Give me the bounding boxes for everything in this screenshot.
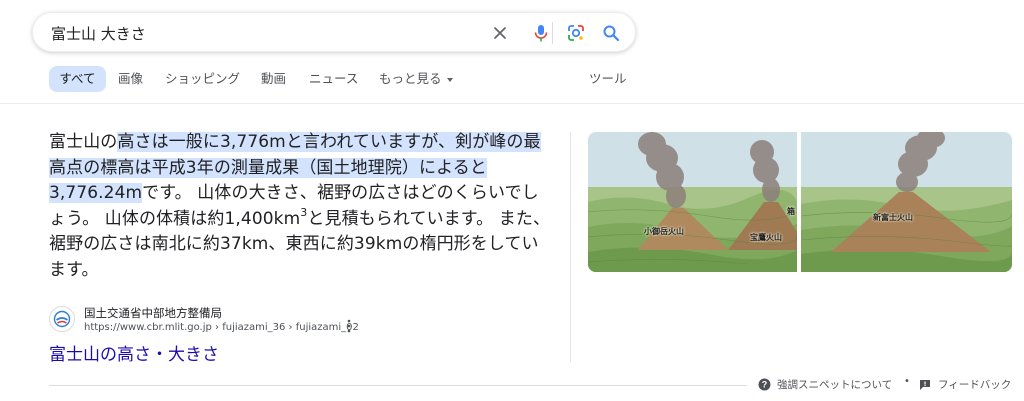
- tab-more[interactable]: もっと見る: [379, 66, 453, 92]
- source-url[interactable]: https://www.cbr.mlit.go.jp › fujiazami_3…: [84, 322, 359, 333]
- volcano-label-shinfuji: 新富士火山: [873, 213, 913, 222]
- tools-button[interactable]: ツール: [589, 66, 627, 92]
- volcano-label-hako: 箱: [787, 207, 795, 216]
- footer-divider: [49, 385, 747, 386]
- feedback-link[interactable]: フィードバック: [919, 377, 1011, 392]
- volcano-label-hoei: 宝鷹火山: [750, 233, 782, 242]
- mlit-logo-icon: [53, 310, 71, 328]
- more-options-icon[interactable]: [344, 318, 354, 334]
- chevron-down-icon: [446, 77, 453, 82]
- tab-videos[interactable]: 動画: [261, 66, 286, 92]
- tab-news[interactable]: ニュース: [309, 66, 358, 92]
- feedback-label: フィードバック: [938, 379, 1012, 391]
- source-site-name[interactable]: 国土交通省中部地方整備局: [84, 305, 222, 321]
- microphone-icon[interactable]: [531, 23, 551, 43]
- tab-more-label: もっと見る: [379, 71, 442, 86]
- search-bar-divider: [552, 22, 553, 44]
- about-featured-snippets-link[interactable]: ? 強調スニペットについて: [758, 377, 892, 392]
- volcano-illustration-left[interactable]: 小御岳火山 宝鷹火山 箱: [588, 132, 797, 272]
- clear-icon[interactable]: [490, 23, 510, 43]
- header-divider: [0, 103, 1024, 104]
- footer-separator: •: [904, 376, 910, 387]
- volcano-illustration-right-art: [801, 132, 1012, 272]
- snippet-divider: [570, 132, 571, 362]
- tab-images[interactable]: 画像: [118, 66, 143, 92]
- help-icon: ?: [758, 378, 771, 391]
- source-favicon[interactable]: [49, 306, 75, 332]
- svg-text:?: ?: [762, 380, 768, 390]
- about-featured-snippets-label: 強調スニペットについて: [777, 379, 893, 391]
- featured-snippet-text: 富士山の高さは一般に3,776mと言われていますが、剣が峰の最高点の標高は平成3…: [49, 130, 553, 284]
- result-title-link[interactable]: 富士山の高さ・大きさ: [49, 340, 219, 365]
- snippet-plain-lead: 富士山の: [49, 132, 118, 152]
- search-input[interactable]: [51, 22, 471, 44]
- volcano-illustration-right[interactable]: 新富士火山: [801, 132, 1012, 272]
- tab-all[interactable]: すべて: [49, 66, 106, 92]
- search-icon[interactable]: [601, 23, 621, 43]
- snippet-superscript: 3: [300, 206, 308, 220]
- volcano-label-komitake: 小御岳火山: [644, 227, 684, 236]
- volcano-illustration-left-art: [588, 132, 797, 272]
- tab-shopping[interactable]: ショッピング: [165, 66, 240, 92]
- lens-icon[interactable]: [566, 23, 586, 43]
- search-bar: [32, 12, 636, 52]
- feedback-icon: [920, 379, 930, 390]
